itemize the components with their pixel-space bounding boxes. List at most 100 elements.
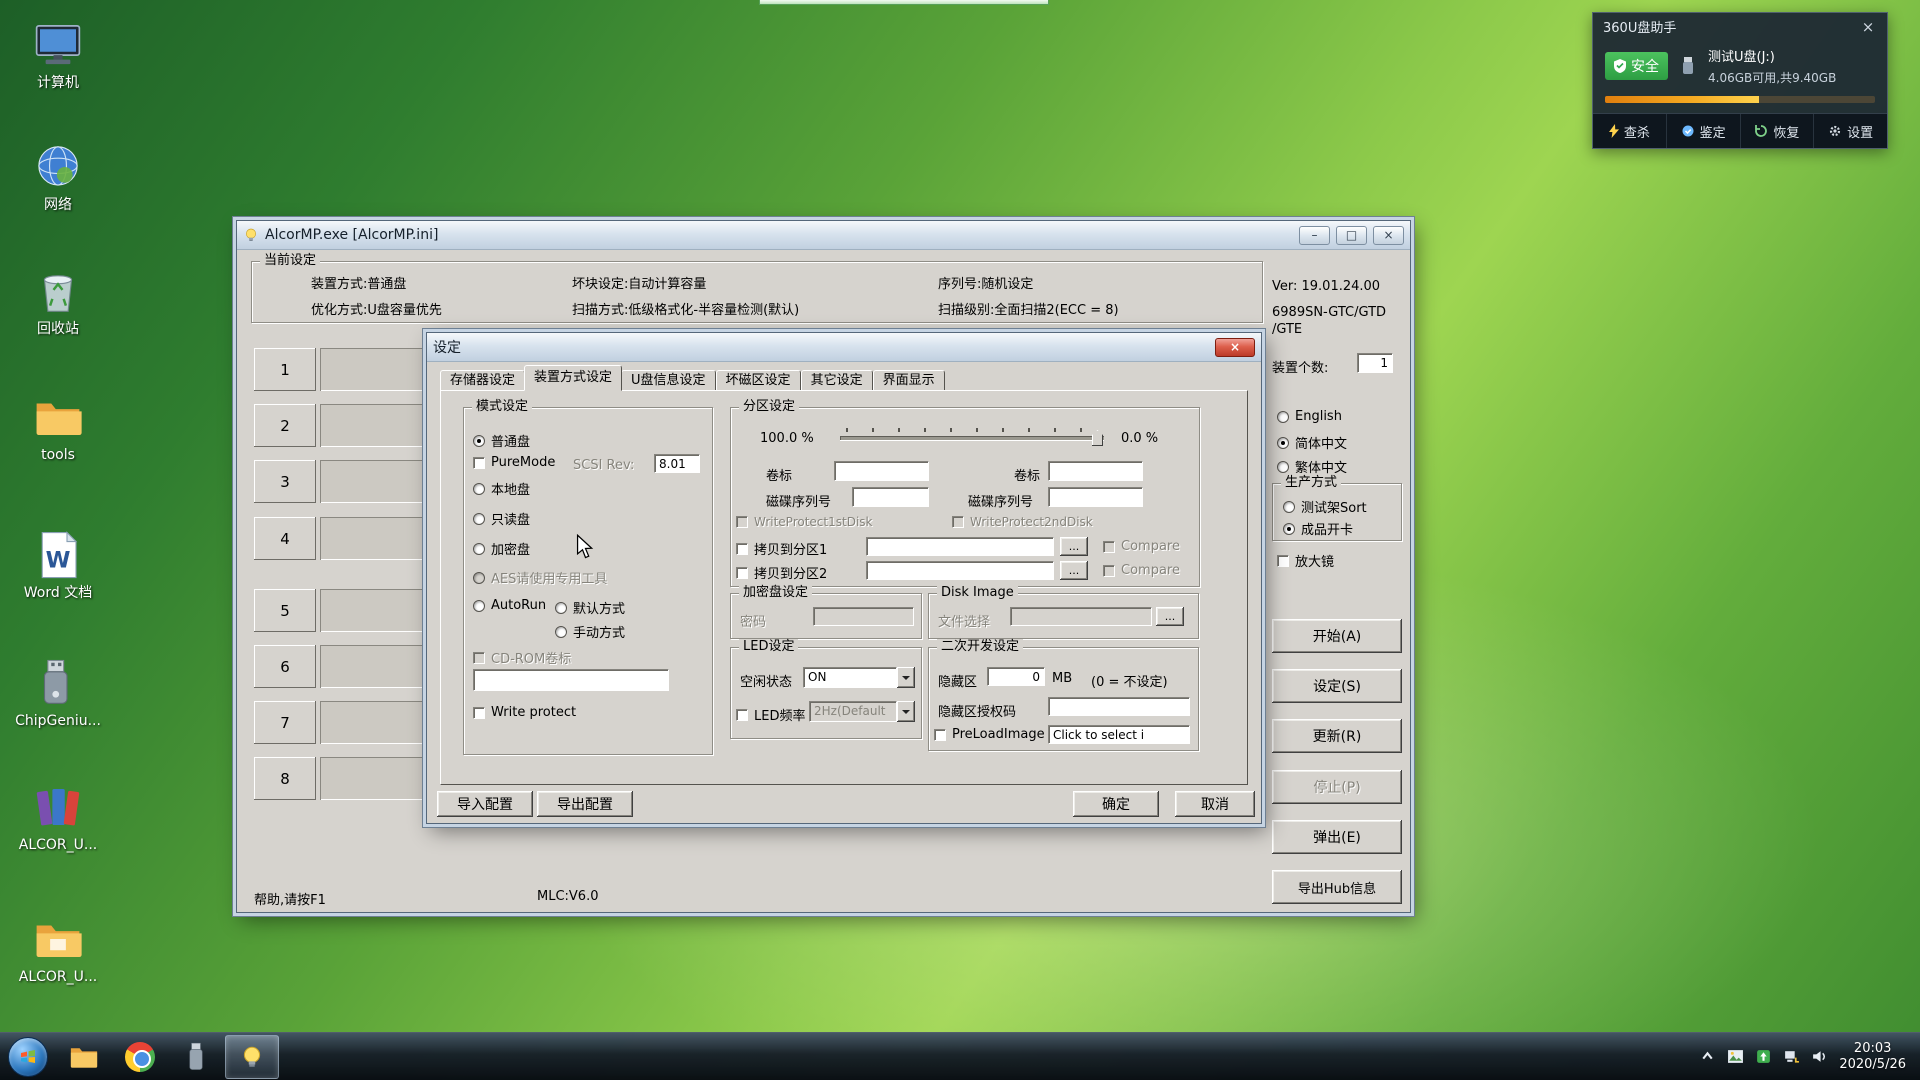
mode-option-puremode[interactable]: PureMode [473, 455, 555, 470]
disk-serial-field-1[interactable] [852, 487, 929, 507]
export-hub-button[interactable]: 导出Hub信息 [1272, 870, 1402, 904]
restore-button[interactable]: 恢复 [1741, 114, 1815, 148]
radio-readonly-disk[interactable] [473, 513, 485, 525]
maximize-button[interactable]: □ [1336, 226, 1367, 245]
language-option-simplified[interactable]: 简体中文 [1277, 433, 1347, 452]
device-count-field[interactable]: 1 [1357, 353, 1393, 373]
autorun-manual-option[interactable]: 手动方式 [555, 622, 625, 641]
led-frequency-option[interactable]: LED频率 [736, 705, 805, 724]
autorun-default-option[interactable]: 默认方式 [555, 598, 625, 617]
cancel-button[interactable]: 取消 [1175, 791, 1255, 817]
magnifier-option[interactable]: 放大镜 [1277, 551, 1334, 570]
hidden-area-field[interactable]: 0 [987, 667, 1045, 686]
tab-storage-settings[interactable]: 存储器设定 [440, 370, 525, 391]
puremode-checkbox[interactable] [473, 457, 485, 469]
write-protect-option[interactable]: Write protect [473, 705, 576, 720]
taskbar-explorer-button[interactable] [57, 1035, 111, 1079]
tab-device-mode-settings[interactable]: 装置方式设定 [524, 365, 622, 391]
settings-gear-button[interactable]: 设置 [1814, 114, 1887, 148]
close-button[interactable]: × [1373, 226, 1404, 245]
mode-option-autorun[interactable]: AutoRun [473, 598, 546, 613]
tab-bad-sector-settings[interactable]: 坏磁区设定 [716, 370, 801, 391]
slider-thumb[interactable] [1092, 430, 1103, 446]
preload-image-option[interactable]: PreLoadImage [934, 727, 1045, 742]
desktop-icon-chipgenius[interactable]: ChipGeniu... [8, 656, 108, 730]
idle-state-dropdown[interactable]: ON [803, 667, 915, 688]
radio-autorun[interactable] [473, 600, 485, 612]
taskbar-clock[interactable]: 20:03 2020/5/26 [1839, 1041, 1906, 1073]
radio-finished-card[interactable] [1283, 523, 1295, 535]
hidden-window-edge[interactable] [759, 0, 1049, 5]
tab-other-settings[interactable]: 其它设定 [801, 370, 873, 391]
desktop-icon-alcor-folder[interactable]: ALCOR_U... [8, 912, 108, 986]
browse-partition2-button[interactable]: ... [1060, 561, 1088, 580]
copy-to-partition1-option[interactable]: 拷贝到分区1 [736, 539, 827, 558]
copy-partition1-path-field[interactable] [866, 537, 1054, 556]
tray-photo-icon[interactable] [1727, 1048, 1744, 1065]
radio-test-sort[interactable] [1283, 501, 1295, 513]
radio-simplified-chinese[interactable] [1277, 437, 1289, 449]
identify-button[interactable]: 鉴定 [1667, 114, 1741, 148]
cdrom-volume-field[interactable] [473, 669, 669, 691]
tray-network-icon[interactable] [1783, 1048, 1800, 1065]
led-frequency-checkbox[interactable] [736, 709, 748, 721]
taskbar-alcormp-button[interactable] [225, 1035, 279, 1079]
radio-normal-disk[interactable] [473, 435, 485, 447]
desktop-icon-computer[interactable]: 计算机 [8, 18, 108, 92]
ok-button[interactable]: 确定 [1073, 791, 1159, 817]
tab-usb-info-settings[interactable]: U盘信息设定 [621, 370, 716, 391]
tray-volume-icon[interactable] [1811, 1048, 1828, 1065]
desktop-icon-alcor-rar[interactable]: ALCOR_U... [8, 780, 108, 854]
magnifier-checkbox[interactable] [1277, 555, 1289, 567]
radio-autorun-manual[interactable] [555, 626, 567, 638]
update-button[interactable]: 更新(R) [1272, 719, 1402, 753]
mode-option-normal[interactable]: 普通盘 [473, 431, 530, 450]
browse-partition1-button[interactable]: ... [1060, 537, 1088, 556]
copy-partition2-checkbox[interactable] [736, 567, 748, 579]
start-button[interactable] [8, 1037, 48, 1077]
dialog-titlebar[interactable]: 设定 × [427, 333, 1261, 362]
desktop-icon-tools[interactable]: tools [8, 390, 108, 464]
settings-button[interactable]: 设定(S) [1272, 669, 1402, 703]
partition-slider[interactable] [840, 425, 1104, 447]
taskbar-usb-tool-button[interactable] [169, 1035, 223, 1079]
browse-image-button[interactable]: ... [1156, 607, 1184, 626]
write-protect-checkbox[interactable] [473, 707, 485, 719]
desktop-icon-word-doc[interactable]: W Word 文档 [8, 528, 108, 602]
usb-assistant-close-icon[interactable]: × [1859, 18, 1877, 36]
mode-option-local[interactable]: 本地盘 [473, 479, 530, 498]
language-option-traditional[interactable]: 繁体中文 [1277, 457, 1347, 476]
production-option-sort[interactable]: 测试架Sort [1283, 497, 1367, 516]
scan-button[interactable]: 查杀 [1593, 114, 1667, 148]
scsi-rev-field[interactable]: 8.01 [654, 454, 700, 473]
tray-usb-eject-icon[interactable] [1755, 1048, 1772, 1065]
mode-option-encrypted[interactable]: 加密盘 [473, 539, 530, 558]
import-config-button[interactable]: 导入配置 [437, 791, 533, 817]
export-config-button[interactable]: 导出配置 [537, 791, 633, 817]
hidden-auth-field[interactable] [1048, 697, 1190, 716]
mode-option-readonly[interactable]: 只读盘 [473, 509, 530, 528]
radio-autorun-default[interactable] [555, 602, 567, 614]
start-button[interactable]: 开始(A) [1272, 619, 1402, 653]
preload-image-checkbox[interactable] [934, 729, 946, 741]
radio-encrypted-disk[interactable] [473, 543, 485, 555]
hidden-icons-arrow[interactable] [1699, 1048, 1716, 1065]
copy-to-partition2-option[interactable]: 拷贝到分区2 [736, 563, 827, 582]
copy-partition2-path-field[interactable] [866, 561, 1054, 580]
main-window-titlebar[interactable]: AlcorMP.exe [AlcorMP.ini] – □ × [237, 221, 1410, 250]
taskbar-chrome-button[interactable] [113, 1035, 167, 1079]
desktop-icon-recycle-bin[interactable]: 回收站 [8, 264, 108, 338]
radio-traditional-chinese[interactable] [1277, 461, 1289, 473]
radio-english[interactable] [1277, 411, 1289, 423]
copy-partition1-checkbox[interactable] [736, 543, 748, 555]
dropdown-button[interactable] [897, 667, 915, 688]
volume-field-2[interactable] [1048, 461, 1143, 481]
dialog-close-button[interactable]: × [1215, 338, 1255, 357]
desktop-icon-network[interactable]: 网络 [8, 140, 108, 214]
minimize-button[interactable]: – [1299, 226, 1330, 245]
tab-ui-display[interactable]: 界面显示 [873, 370, 945, 391]
radio-local-disk[interactable] [473, 483, 485, 495]
production-option-finished[interactable]: 成品开卡 [1283, 519, 1353, 538]
volume-field-1[interactable] [834, 461, 929, 481]
language-option-english[interactable]: English [1277, 409, 1342, 424]
